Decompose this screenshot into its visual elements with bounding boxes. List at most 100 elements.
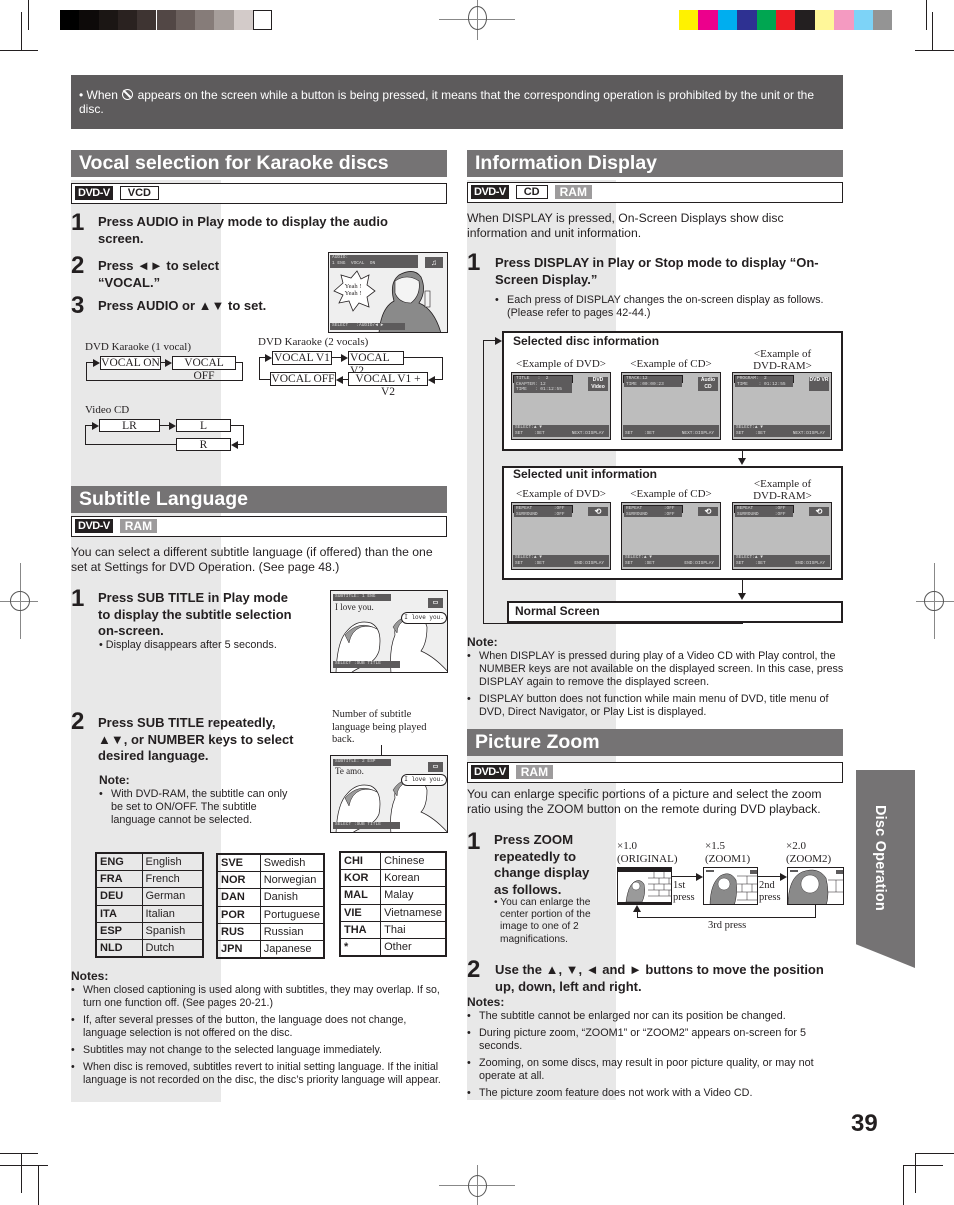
color-swatch: [814, 10, 835, 30]
page-number: 39: [851, 1110, 878, 1137]
badge-vcd: VCD: [119, 186, 159, 200]
language-name: German: [141, 887, 204, 906]
callout-subtitle-number: Number of subtitle language being played…: [332, 709, 427, 745]
step-number: 2: [467, 956, 481, 983]
badge-dvd-v: DVD-V: [75, 186, 113, 200]
speech-bubble: I love you.: [401, 774, 447, 786]
language-name: Other: [380, 938, 447, 957]
zoom-label-original: ×1.0 (ORIGINAL): [617, 840, 678, 865]
language-name: Danish: [259, 888, 325, 907]
language-table-1: ENG English FRA French DEU German ITA Italian ES…: [95, 852, 204, 959]
flow-item: VOCAL V1 + V2: [348, 372, 428, 398]
language-name: Vietnamese: [380, 903, 447, 923]
color-swatch: [776, 10, 796, 30]
gray-swatch: [195, 10, 215, 30]
gray-swatch: [156, 10, 176, 30]
language-table-2: SVE Swedish NOR Norwegian DAN Danish POR Portug…: [216, 853, 325, 960]
subtitle-intro: You can select a different subtitle lang…: [71, 545, 433, 574]
osd-example-screen: TRACK:12 TIME :00:00:23 Audio CD SET :SET N…: [621, 372, 721, 440]
subtitle-icon: ▭: [428, 598, 443, 608]
language-name: Russian: [259, 923, 325, 942]
subtitle-note: With DVD-RAM, the subtitle can only be s…: [99, 788, 299, 831]
example-label: <Example of DVD-RAM>: [753, 478, 812, 502]
language-name: Norwegian: [259, 870, 325, 890]
language-code: POR: [216, 905, 261, 925]
step-number: 1: [71, 585, 85, 612]
language-row: DAN Danish: [216, 888, 325, 907]
repeat-icon: ⟲: [588, 507, 608, 516]
disc-types-info: DVD-V CD RAM: [467, 182, 843, 203]
prohibited-notice: • When appears on the screen while a but…: [71, 75, 843, 129]
normal-screen-label: Normal Screen: [515, 604, 600, 618]
language-code: NLD: [95, 939, 143, 958]
chapter-tab-label: Disc Operation: [872, 805, 888, 911]
step-number: 1: [71, 209, 85, 236]
section-title-subtitle: Subtitle Language: [71, 486, 447, 513]
prohibited-icon: [122, 89, 134, 100]
osd-bottom-bar: SET :SET NEXT:DISPLAY: [623, 425, 719, 437]
language-code: VIE: [339, 903, 382, 923]
language-row: POR Portuguese: [216, 905, 325, 925]
osd-bottom-bar: SELECT:▲ ▼ SET :SET END:DISPLAY: [623, 555, 719, 567]
step-number: 2: [71, 708, 85, 735]
language-row: * Other: [339, 938, 447, 957]
language-row: JPN Japanese: [216, 940, 325, 959]
step-text: Press AUDIO in Play mode to display the …: [98, 214, 388, 246]
color-swatch: [737, 10, 757, 30]
gray-swatch: [233, 10, 253, 30]
disc-info-title: Selected disc information: [513, 334, 660, 348]
osd-example-screen: TITLE : 2 CHAPTER: 12 TIME : 01:12:55 DVD V…: [511, 372, 611, 440]
zoom-intro: You can enlarge specific portions of a p…: [467, 787, 822, 816]
step-text: Use the ▲, ▼, ◄ and ► buttons to move th…: [495, 962, 824, 994]
subtitle-icon: ▭: [428, 762, 443, 772]
badge-dvd-v: DVD-V: [75, 519, 113, 533]
language-code: NOR: [216, 870, 261, 890]
note-title: Note:: [99, 773, 130, 787]
language-name: Korean: [380, 868, 447, 888]
language-code: ENG: [95, 852, 143, 871]
language-name: Portuguese: [259, 905, 325, 925]
language-name: Italian: [141, 904, 204, 924]
language-code: SVE: [216, 853, 261, 872]
step-text: Press AUDIO or ▲▼ to set.: [98, 298, 267, 313]
badge-ram: RAM: [515, 765, 554, 779]
example-label: <Example of CD>: [630, 488, 712, 500]
chapter-tab: Disc Operation: [856, 770, 915, 968]
language-row: NOR Norwegian: [216, 870, 325, 890]
disc-logo-icon: DVD VR: [809, 377, 829, 391]
badge-dvd-v: DVD-V: [471, 185, 509, 199]
language-row: RUS Russian: [216, 923, 325, 942]
osd-bottom-line: SET :SET NEXT:DISPLAY: [515, 430, 605, 436]
zoom-picture-zoom2: [787, 867, 844, 905]
flow-item: R: [176, 438, 231, 451]
flow-item: LR: [99, 419, 160, 432]
language-code: ITA: [95, 904, 143, 924]
osd-bottom-line: SET :SET NEXT:DISPLAY: [625, 430, 715, 436]
zoom-label-zoom1: ×1.5 (ZOOM1): [705, 840, 751, 865]
step-text: Press SUB TITLE repeatedly, ▲▼, or NUMBE…: [98, 715, 294, 763]
flow-item: VOCAL V2: [348, 351, 404, 377]
note-title: Note:: [467, 635, 498, 649]
language-row: FRA French: [95, 869, 204, 889]
section-title-picture-zoom: Picture Zoom: [467, 729, 843, 756]
gray-swatch: [60, 10, 80, 30]
color-swatch: [795, 10, 815, 30]
badge-ram: RAM: [119, 519, 158, 533]
osd-audio-bottom: SELECT :AUDIO/◄ ►: [330, 323, 405, 330]
step-number: 1: [467, 828, 481, 855]
zoom-notes: The subtitle cannot be enlarged nor can …: [467, 1010, 842, 1104]
color-swatch: [834, 10, 854, 30]
language-row: ENG English: [95, 852, 204, 871]
press-label-1st: 1st press: [673, 880, 695, 903]
subtitle-screen-1: SUBTITLE: 1 ENG ▭ I love you. I love you…: [330, 590, 448, 673]
language-row: ITA Italian: [95, 904, 204, 924]
color-swatch: [717, 10, 738, 30]
language-code: CHI: [339, 851, 382, 870]
osd-bottom-line: SET :SET END:DISPLAY: [736, 560, 826, 566]
audio-screen-illustration: AUDIO: 1 ENG VOCAL ON ♫ Yeah ! Yeah ! SE…: [328, 252, 448, 333]
disc-logo-icon: DVD Video: [588, 377, 608, 391]
section-title-info-display: Information Display: [467, 150, 843, 177]
language-name: Dutch: [141, 939, 204, 958]
step-number: 2: [71, 252, 85, 279]
language-code: KOR: [339, 868, 382, 888]
